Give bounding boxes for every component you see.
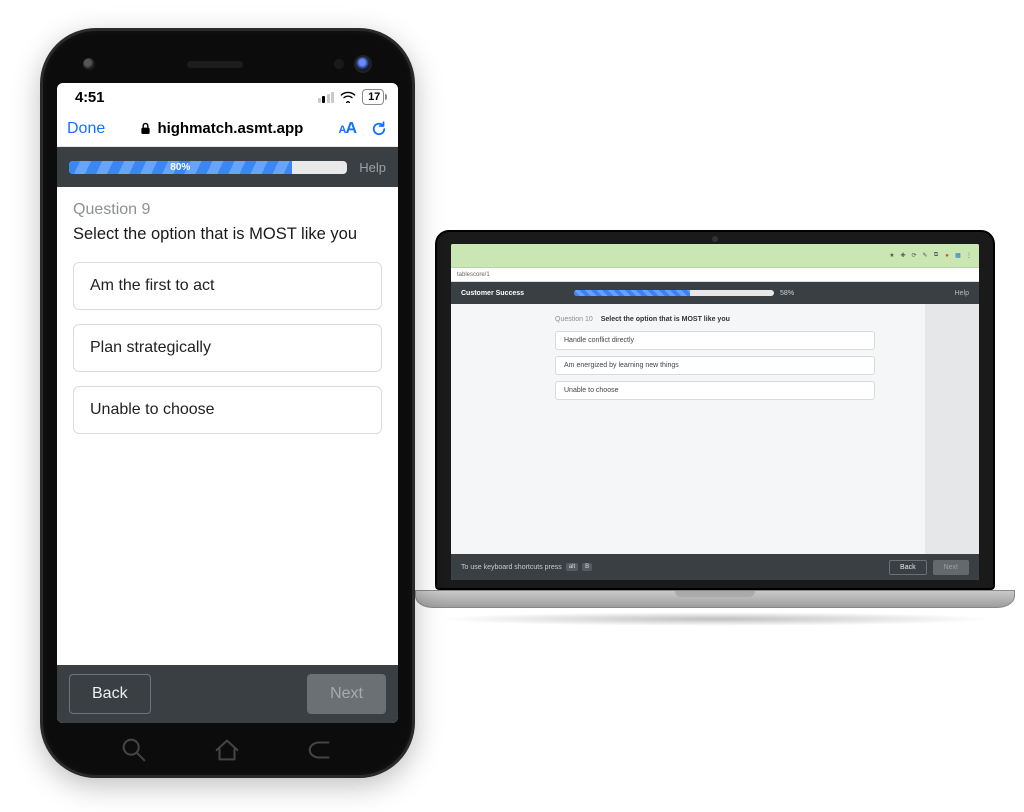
lock-icon <box>140 122 151 135</box>
safari-url-text: highmatch.asmt.app <box>157 120 303 137</box>
progress-area: 58% <box>534 290 945 297</box>
toolbar-icon[interactable]: ⧉ <box>932 252 940 259</box>
question-number: Question 10 <box>555 316 593 323</box>
toolbar-icon[interactable]: ▦ <box>954 252 962 259</box>
phone-nav-bar <box>57 723 398 777</box>
search-nav-icon[interactable] <box>119 735 149 765</box>
phone-top-sensors <box>57 45 398 83</box>
browser-toolbar: ★ ✚ ⟳ ✎ ⧉ ● ▦ ⋮ <box>451 244 979 268</box>
answer-option[interactable]: Plan strategically <box>73 324 382 372</box>
laptop-device: ★ ✚ ⟳ ✎ ⧉ ● ▦ ⋮ tablescore/1 Customer Su… <box>415 230 1015 650</box>
toolbar-icon[interactable]: ✎ <box>921 252 929 259</box>
browser-address-bar[interactable]: tablescore/1 <box>451 268 979 282</box>
wifi-icon <box>340 91 356 103</box>
laptop-camera <box>712 236 718 242</box>
battery-indicator: 17 <box>362 89 384 105</box>
sensor-icon <box>334 59 344 69</box>
text-size-icon[interactable]: AA <box>338 120 356 138</box>
next-button[interactable]: Next <box>307 674 386 714</box>
back-nav-icon[interactable] <box>306 735 336 765</box>
toolbar-icon[interactable]: ⋮ <box>965 252 973 259</box>
progress-bar: 80% <box>69 161 347 174</box>
next-button[interactable]: Next <box>933 560 969 575</box>
phone-screen: 4:51 17 Done highmatch.asmt.app <box>57 83 398 723</box>
assessment-header: 80% Help <box>57 147 398 187</box>
status-time: 4:51 <box>75 89 104 106</box>
laptop-screen-frame: ★ ✚ ⟳ ✎ ⧉ ● ▦ ⋮ tablescore/1 Customer Su… <box>435 230 995 590</box>
ios-status-bar: 4:51 17 <box>57 83 398 111</box>
laptop-shadow <box>435 612 995 626</box>
help-link[interactable]: Help <box>955 290 969 297</box>
shortcut-hint: To use keyboard shortcuts press alt B <box>461 563 592 571</box>
kbd-key: alt <box>566 563 578 571</box>
toolbar-icon[interactable]: ● <box>943 253 951 259</box>
question-number: Question 9 <box>73 201 382 219</box>
answer-option[interactable]: Unable to choose <box>555 381 875 400</box>
phone-device: 4:51 17 Done highmatch.asmt.app <box>40 28 415 778</box>
safari-nav-bar: Done highmatch.asmt.app AA <box>57 111 398 147</box>
question-prompt: Select the option that is MOST like you <box>601 316 730 323</box>
assessment-header: Customer Success 58% Help <box>451 282 979 304</box>
cellular-signal-icon <box>318 91 335 103</box>
reload-icon[interactable] <box>370 120 388 138</box>
laptop-base <box>415 590 1015 608</box>
back-button[interactable]: Back <box>889 560 927 575</box>
question-panel: Question 9 Select the option that is MOS… <box>57 187 398 665</box>
right-gutter <box>925 304 979 554</box>
question-prompt: Select the option that is MOST like you <box>73 225 382 244</box>
toolbar-icon[interactable]: ✚ <box>899 252 907 259</box>
kbd-key: B <box>582 563 592 571</box>
safari-done-button[interactable]: Done <box>67 120 105 138</box>
question-panel: Question 10 Select the option that is MO… <box>555 316 875 554</box>
answer-option[interactable]: Am the first to act <box>73 262 382 310</box>
answer-option[interactable]: Handle conflict directly <box>555 331 875 350</box>
sensor-icon <box>83 58 95 70</box>
home-nav-icon[interactable] <box>212 735 242 765</box>
progress-label: 80% <box>170 162 190 173</box>
progress-fill <box>574 290 690 296</box>
assessment-footer: To use keyboard shortcuts press alt B Ba… <box>451 554 979 580</box>
toolbar-icon[interactable]: ⟳ <box>910 252 918 259</box>
answer-option[interactable]: Am energized by learning new things <box>555 356 875 375</box>
progress-label: 58% <box>780 290 794 297</box>
back-button[interactable]: Back <box>69 674 151 714</box>
help-link[interactable]: Help <box>359 160 386 175</box>
battery-text: 17 <box>368 91 380 103</box>
browser-url-text: tablescore/1 <box>457 272 490 278</box>
safari-url[interactable]: highmatch.asmt.app <box>140 120 303 137</box>
assessment-body: Question 10 Select the option that is MO… <box>451 304 979 554</box>
answer-option[interactable]: Unable to choose <box>73 386 382 434</box>
front-camera-icon <box>354 55 372 73</box>
toolbar-icon[interactable]: ★ <box>888 252 896 259</box>
shortcut-hint-text: To use keyboard shortcuts press <box>461 564 562 571</box>
progress-fill: 80% <box>69 161 292 174</box>
assessment-title: Customer Success <box>461 290 524 297</box>
assessment-footer: Back Next <box>57 665 398 723</box>
progress-bar <box>574 290 774 296</box>
speaker-grille <box>187 61 243 68</box>
laptop-screen: ★ ✚ ⟳ ✎ ⧉ ● ▦ ⋮ tablescore/1 Customer Su… <box>451 244 979 580</box>
